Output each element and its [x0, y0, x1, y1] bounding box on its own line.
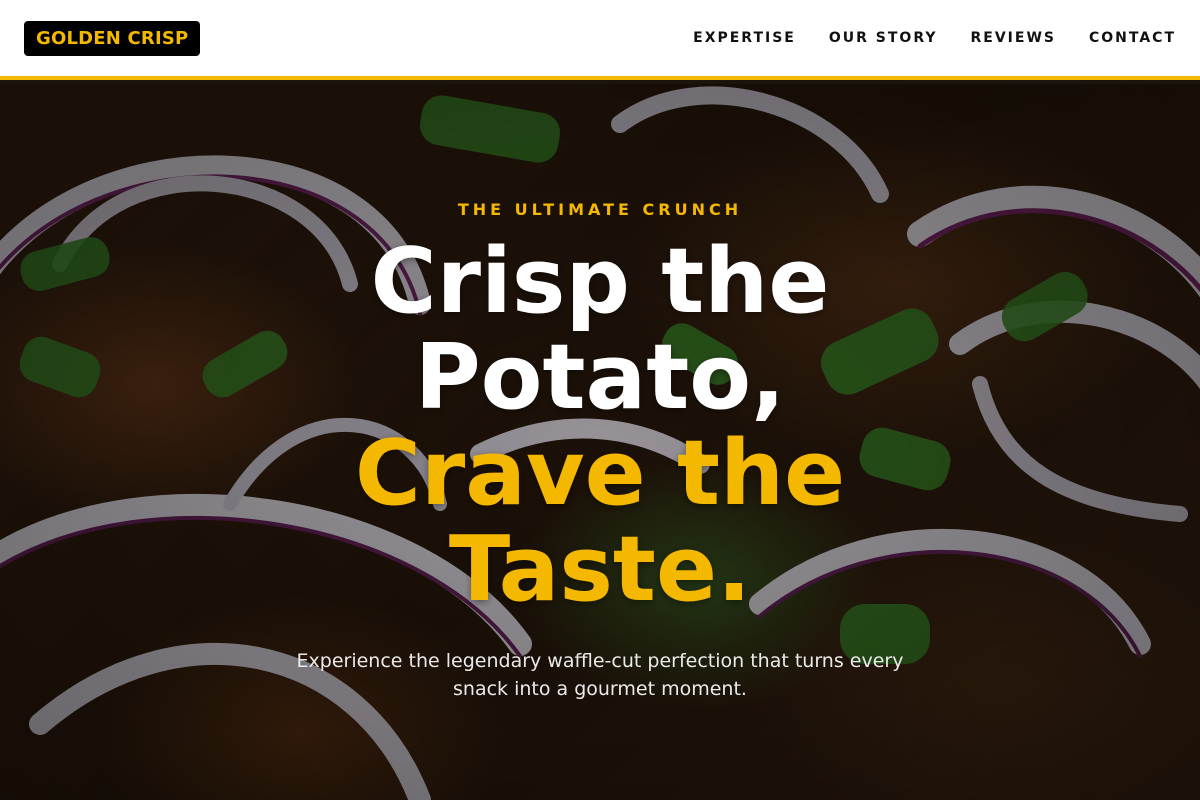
nav-link-reviews[interactable]: REVIEWS [971, 30, 1056, 46]
nav-link-our-story[interactable]: OUR STORY [829, 30, 938, 46]
site-header: GOLDEN CRISP EXPERTISE OUR STORY REVIEWS… [0, 0, 1200, 80]
hero-eyebrow: THE ULTIMATE CRUNCH [457, 200, 743, 219]
hero-content: THE ULTIMATE CRUNCH Crisp the Potato, Cr… [0, 84, 1200, 800]
hero-section: THE ULTIMATE CRUNCH Crisp the Potato, Cr… [0, 84, 1200, 800]
nav-link-expertise[interactable]: EXPERTISE [693, 30, 796, 46]
hero-subtext: Experience the legendary waffle-cut perf… [296, 650, 904, 700]
headline-white-part: Crisp the Potato, [370, 229, 830, 430]
headline-accent-part: Crave the Taste. [354, 421, 846, 622]
nav-link-contact[interactable]: CONTACT [1089, 30, 1176, 46]
main-nav: EXPERTISE OUR STORY REVIEWS CONTACT [693, 30, 1176, 46]
brand-logo[interactable]: GOLDEN CRISP [24, 20, 201, 56]
hero-headline: Crisp the Potato, Crave the Taste. [300, 234, 900, 618]
